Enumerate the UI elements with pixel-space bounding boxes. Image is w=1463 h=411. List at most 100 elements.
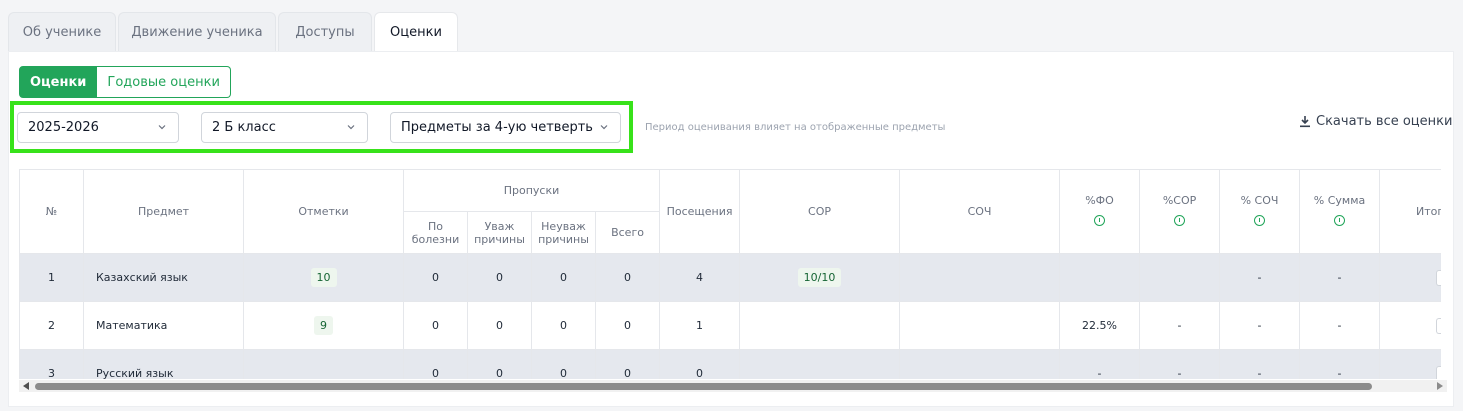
row-pct-sum: - (1299, 349, 1381, 379)
table-row: 3 Русский язык 0 0 0 0 0 - - - - (19, 349, 1441, 379)
row-pct-sor: - (1139, 301, 1221, 350)
pct-fo-label: %ФО (1085, 194, 1114, 207)
row-subject: Казахский язык (83, 253, 244, 302)
grades-table-container: № Предмет Отметки Пропуски Посещения СОР… (19, 169, 1441, 379)
row-pct-sum: - (1299, 301, 1381, 350)
col-header-marks: Отметки (243, 169, 404, 254)
row-abs-valid: 0 (467, 253, 532, 302)
row-pct-fo (1059, 253, 1141, 302)
row-pct-sor (1139, 253, 1221, 302)
row-marks (243, 349, 404, 379)
subjects-select[interactable]: Предметы за 4-ую четверть (390, 112, 621, 143)
year-select[interactable]: 2025-2026 (17, 112, 179, 143)
chevron-down-icon (600, 125, 608, 130)
col-header-abs-invalid: Неуваж причины (531, 211, 596, 254)
row-attendance: 1 (659, 301, 741, 350)
grades-panel: Оценки Годовые оценки 2025-2026 2 Б клас… (8, 51, 1454, 407)
col-header-final: Итогова (1379, 169, 1441, 254)
subtab-grades[interactable]: Оценки (19, 66, 98, 98)
row-pct-sor: - (1139, 349, 1221, 379)
info-icon[interactable] (1174, 215, 1186, 226)
row-number: 1 (19, 253, 84, 302)
row-subject: Русский язык (83, 349, 244, 379)
row-sor (739, 301, 901, 350)
col-header-pct-sum: % Сумма (1299, 169, 1381, 254)
row-sor (739, 349, 901, 379)
pct-sum-label: % Сумма (1313, 194, 1366, 207)
row-abs-invalid: 0 (531, 349, 596, 379)
tab-grades[interactable]: Оценки (374, 12, 458, 52)
final-grade-field[interactable] (1436, 365, 1441, 379)
period-hint: Период оценивания влияет на отображенные… (645, 122, 946, 133)
row-abs-sick: 0 (403, 253, 468, 302)
table-row: 1 Казахский язык 10 0 0 0 0 4 10/10 - - (19, 253, 1441, 302)
row-final (1379, 301, 1441, 350)
scroll-left-arrow-icon[interactable] (23, 382, 29, 390)
row-sor: 10/10 (739, 253, 901, 302)
row-number: 3 (19, 349, 84, 379)
final-grade-field[interactable] (1436, 317, 1441, 334)
row-abs-invalid: 0 (531, 301, 596, 350)
scroll-right-arrow-icon[interactable] (1437, 382, 1443, 390)
class-select-value: 2 Б класс (212, 120, 276, 135)
row-pct-soch: - (1219, 301, 1301, 350)
col-header-pct-sor: %СОР (1139, 169, 1221, 254)
col-header-soch: СОЧ (899, 169, 1061, 254)
row-marks: 9 (243, 301, 404, 350)
row-pct-soch: - (1219, 253, 1301, 302)
info-icon[interactable] (1094, 215, 1106, 226)
row-pct-sum: - (1299, 253, 1381, 302)
col-header-pct-soch: % СОЧ (1219, 169, 1301, 254)
tab-about-student[interactable]: Об ученике (8, 12, 116, 52)
info-icon[interactable] (1334, 215, 1346, 226)
year-select-value: 2025-2026 (28, 120, 99, 135)
grades-table: № Предмет Отметки Пропуски Посещения СОР… (19, 169, 1441, 379)
row-attendance: 4 (659, 253, 741, 302)
col-header-absences: Пропуски (402, 169, 661, 212)
tab-student-movement[interactable]: Движение ученика (118, 12, 276, 52)
subjects-select-value: Предметы за 4-ую четверть (401, 120, 593, 135)
col-header-number: № (19, 169, 84, 254)
pct-soch-label: % СОЧ (1240, 194, 1279, 207)
row-soch (899, 301, 1061, 350)
row-abs-valid: 0 (467, 301, 532, 350)
row-abs-sick: 0 (403, 349, 468, 379)
row-abs-total: 0 (594, 253, 661, 302)
table-row: 2 Математика 9 0 0 0 0 1 22.5% - - - (19, 301, 1441, 350)
row-soch (899, 253, 1061, 302)
col-header-abs-sick: По болезни (403, 211, 468, 254)
horizontal-scrollbar[interactable] (19, 380, 1447, 392)
row-attendance: 0 (659, 349, 741, 379)
col-header-sor: СОР (739, 169, 901, 254)
row-abs-invalid: 0 (531, 253, 596, 302)
col-header-subject: Предмет (83, 169, 244, 254)
row-abs-valid: 0 (467, 349, 532, 379)
row-pct-fo: 22.5% (1059, 301, 1141, 350)
grade-chip[interactable]: 10 (310, 268, 337, 287)
row-abs-total: 0 (594, 349, 661, 379)
subtab-annual-grades[interactable]: Годовые оценки (97, 66, 231, 98)
col-header-pct-fo: %ФО (1059, 169, 1141, 254)
row-pct-fo: - (1059, 349, 1141, 379)
pct-sor-label: %СОР (1162, 194, 1197, 207)
scrollbar-thumb[interactable] (35, 383, 1372, 390)
row-pct-soch: - (1219, 349, 1301, 379)
row-abs-sick: 0 (403, 301, 468, 350)
row-soch (899, 349, 1061, 379)
chevron-down-icon (158, 125, 166, 130)
download-icon (1300, 116, 1310, 128)
col-header-abs-total: Всего (594, 211, 661, 254)
class-select[interactable]: 2 Б класс (201, 112, 368, 143)
info-icon[interactable] (1254, 215, 1266, 226)
tab-access[interactable]: Доступы (278, 12, 372, 52)
grade-chip[interactable]: 9 (314, 316, 333, 335)
row-number: 2 (19, 301, 84, 350)
sor-chip[interactable]: 10/10 (797, 268, 842, 287)
grades-subtabs: Оценки Годовые оценки (19, 66, 231, 98)
download-all-grades-link[interactable]: Скачать все оценки (1299, 114, 1452, 129)
row-subject: Математика (83, 301, 244, 350)
row-final (1379, 349, 1441, 379)
col-header-attendance: Посещения (659, 169, 741, 254)
top-tabs: Об ученике Движение ученика Доступы Оцен… (8, 12, 460, 52)
final-grade-field[interactable] (1436, 269, 1441, 286)
